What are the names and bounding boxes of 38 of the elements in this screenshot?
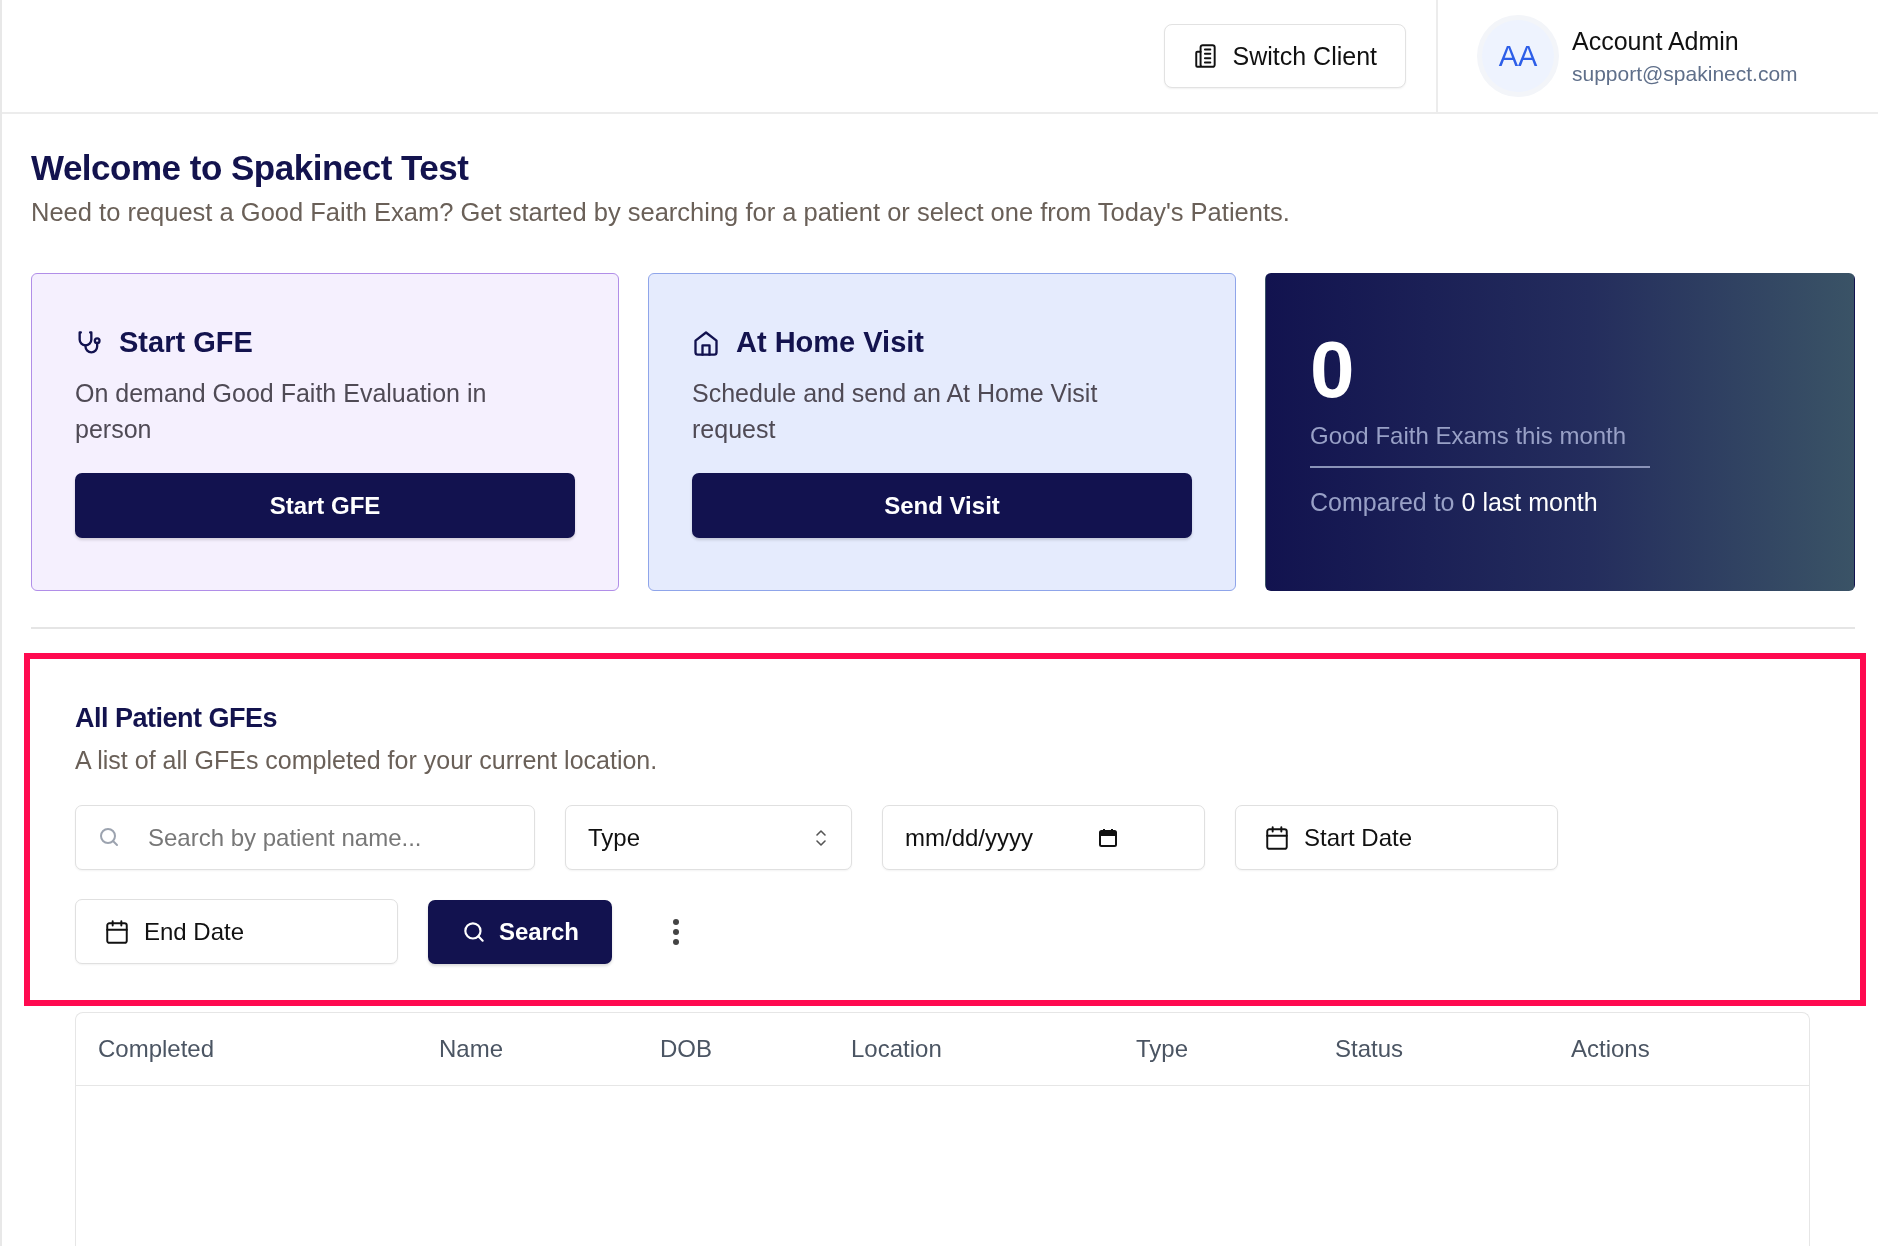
type-select[interactable]: Type (565, 805, 852, 870)
start-date-button[interactable]: Start Date (1235, 805, 1558, 870)
date-input[interactable]: mm/dd/yyyy (882, 805, 1205, 870)
column-header: Actions (1571, 1035, 1650, 1062)
card-action-button[interactable]: Send Visit (692, 473, 1192, 538)
stat-value: 0 (1310, 330, 1356, 410)
stat-label: Good Faith Exams this month (1310, 422, 1628, 450)
comparison-value: 0 last month (1461, 488, 1598, 517)
column-header: Location (851, 1035, 942, 1062)
page-subtitle: Need to request a Good Faith Exam? Get started by searching for a patient or select one from Today's Patients. (31, 198, 1291, 227)
search-icon (97, 825, 121, 849)
card-description: Schedule and send an At Home Visit request (692, 378, 1099, 445)
search-button[interactable]: Search (428, 899, 612, 964)
column-header: DOB (660, 1035, 712, 1062)
card-title: Start GFE (119, 326, 253, 359)
section-description: A list of all GFEs completed for your current location. (75, 746, 659, 775)
card-description: On demand Good Faith Evaluation in person (75, 378, 488, 445)
calendar-icon (104, 918, 130, 945)
calendar-icon (1098, 827, 1118, 848)
column-header: Name (439, 1035, 504, 1062)
building-icon (1192, 43, 1219, 69)
card-title: At Home Visit (736, 326, 924, 359)
search-field[interactable]: Search by patient name... (75, 805, 535, 870)
end-date-button[interactable]: End Date (75, 899, 398, 964)
switch-client-button[interactable]: Switch Client (1163, 24, 1406, 88)
user-name: Account Admin (1572, 26, 1740, 56)
card-action-button[interactable]: Start GFE (75, 473, 575, 538)
vertical-dots-icon (672, 917, 680, 946)
column-header: Type (1136, 1035, 1189, 1062)
calendar-icon (1264, 824, 1290, 851)
house-icon (692, 328, 720, 357)
chevron-up-down-icon (813, 827, 829, 848)
column-header: Completed (98, 1035, 215, 1062)
comparison-label: Compared to (1310, 488, 1455, 517)
user-email: support@spakinect.com (1572, 61, 1798, 86)
column-header: Status (1335, 1035, 1404, 1062)
page-title: Welcome to Spakinect Test (31, 148, 470, 188)
section-title: All Patient GFEs (75, 703, 279, 734)
